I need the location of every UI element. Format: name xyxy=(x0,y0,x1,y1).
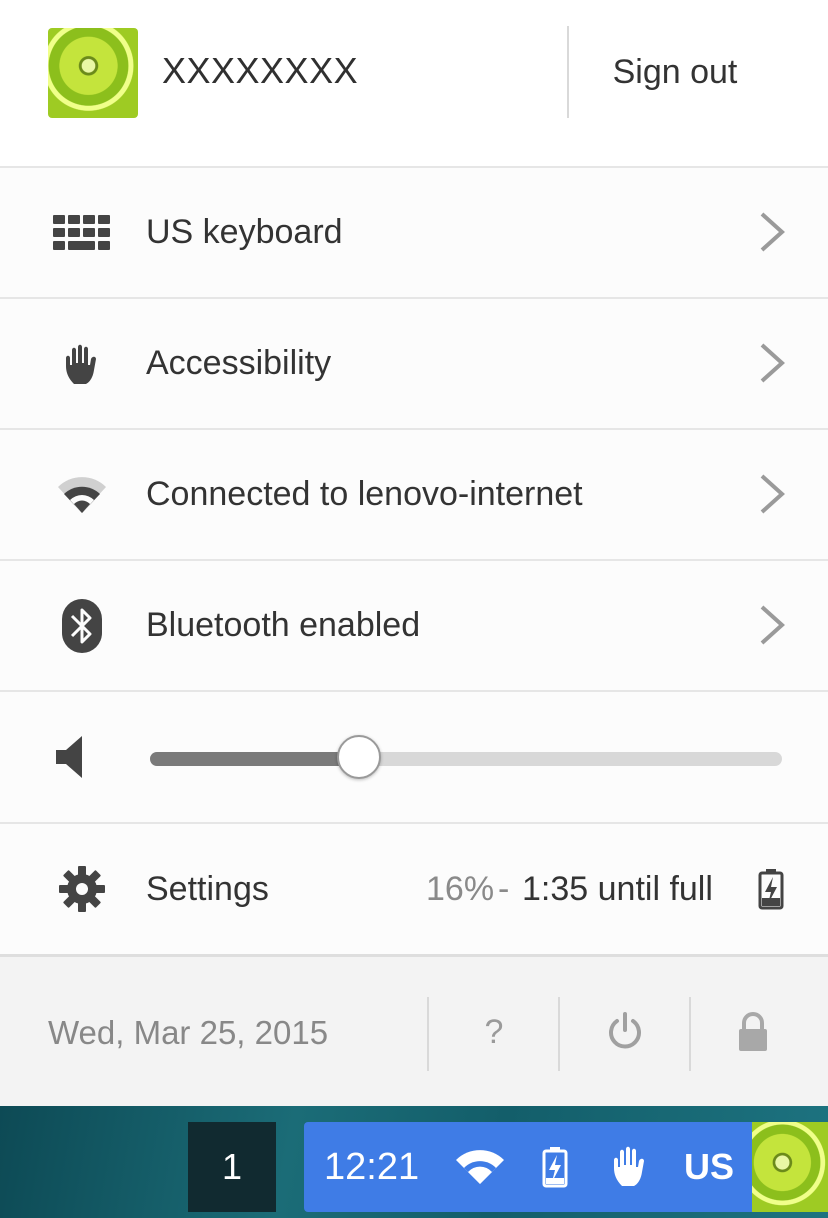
network-row[interactable]: Connected to lenovo-internet xyxy=(0,430,828,559)
volume-fill xyxy=(150,752,359,766)
settings-label: Settings xyxy=(146,870,269,908)
battery-separator: - xyxy=(498,870,510,908)
power-button[interactable] xyxy=(590,987,660,1077)
user-card: XXXXXXXX Sign out xyxy=(0,0,828,166)
wifi-icon xyxy=(456,1150,504,1184)
volume-slider[interactable] xyxy=(150,735,782,779)
power-icon xyxy=(609,1012,641,1049)
sign-out-button[interactable]: Sign out xyxy=(570,26,780,118)
bluetooth-row[interactable]: Bluetooth enabled xyxy=(0,561,828,690)
accessibility-row[interactable]: Accessibility xyxy=(0,299,828,428)
help-button[interactable]: ? xyxy=(458,987,530,1077)
chevron-right-icon xyxy=(760,212,785,252)
bluetooth-icon xyxy=(50,561,114,690)
bluetooth-label: Bluetooth enabled xyxy=(146,606,421,644)
chevron-right-icon xyxy=(760,343,785,383)
keyboard-row[interactable]: US keyboard xyxy=(0,168,828,297)
keyboard-label: US keyboard xyxy=(146,213,343,251)
speaker-icon[interactable] xyxy=(52,732,92,782)
footer-divider xyxy=(689,997,691,1071)
chevron-right-icon xyxy=(760,474,785,514)
clock: 12:21 xyxy=(324,1146,420,1188)
volume-thumb[interactable] xyxy=(336,735,381,779)
hand-icon xyxy=(614,1146,644,1186)
battery-percent: 16% xyxy=(426,870,495,908)
lock-icon xyxy=(739,1012,767,1051)
battery-charging-icon xyxy=(542,1147,568,1188)
footer-divider xyxy=(427,997,429,1071)
footer-bar: Wed, Mar 25, 2015 ? xyxy=(0,954,828,1106)
battery-time: 1:35 until full xyxy=(522,870,713,908)
window-count-button[interactable]: 1 xyxy=(188,1122,276,1212)
wifi-icon xyxy=(50,430,114,559)
hand-icon xyxy=(50,299,114,428)
gear-icon xyxy=(50,824,114,954)
header-divider xyxy=(567,26,569,118)
user-name: XXXXXXXX xyxy=(162,50,359,91)
input-method-label: US xyxy=(684,1146,735,1187)
footer-divider xyxy=(558,997,560,1071)
accessibility-label: Accessibility xyxy=(146,344,332,382)
lock-button[interactable] xyxy=(718,987,788,1077)
network-label: Connected to lenovo-internet xyxy=(146,475,583,513)
system-tray-bubble: XXXXXXXX Sign out US keyboard Accessibil… xyxy=(0,0,828,1106)
date-label[interactable]: Wed, Mar 25, 2015 xyxy=(48,957,328,1109)
status-tray-button[interactable]: 12:21 US xyxy=(304,1122,828,1212)
battery-charging-icon xyxy=(758,869,784,910)
user-avatar xyxy=(752,1122,828,1212)
keyboard-icon xyxy=(50,168,114,297)
user-avatar xyxy=(48,28,138,118)
chevron-right-icon xyxy=(760,605,785,645)
